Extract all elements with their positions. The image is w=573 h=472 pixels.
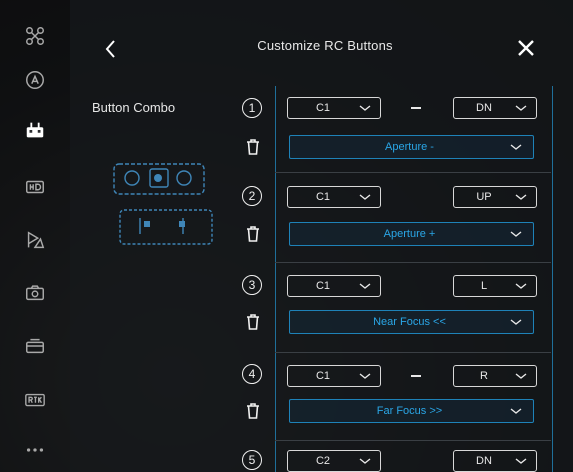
rtk-icon[interactable]	[17, 382, 53, 418]
close-icon	[518, 40, 534, 56]
chevron-down-icon	[515, 458, 527, 464]
chevron-down-icon	[359, 283, 371, 289]
chevron-down-icon	[510, 144, 522, 150]
row-5-button-select[interactable]: C2	[287, 450, 381, 472]
row-5-number: 5	[242, 450, 262, 470]
row-2-delete-icon[interactable]	[245, 225, 261, 243]
chevron-down-icon	[359, 458, 371, 464]
chevron-down-icon	[510, 408, 522, 414]
row-2-function-select[interactable]: Aperture +	[289, 222, 534, 246]
row-separator	[275, 440, 551, 441]
row-4-number: 4	[242, 364, 262, 384]
drone-icon[interactable]	[17, 18, 53, 54]
chevron-down-icon	[359, 373, 371, 379]
row-4-combo-value: R	[480, 370, 488, 382]
close-button[interactable]	[512, 34, 540, 62]
row-3-function-select[interactable]: Near Focus <<	[289, 310, 534, 334]
back-button[interactable]	[100, 36, 122, 62]
row-1-delete-icon[interactable]	[245, 138, 261, 156]
combo-dash	[411, 107, 421, 109]
rc-diagram-icon	[113, 163, 213, 245]
chevron-down-icon	[510, 231, 522, 237]
page-title: Customize RC Buttons	[257, 38, 393, 53]
row-3-function-value: Near Focus <<	[373, 316, 446, 328]
chevron-down-icon	[359, 105, 371, 111]
row-4-button-select[interactable]: C1	[287, 365, 381, 387]
camera-icon[interactable]	[17, 275, 53, 311]
row-4-button-value: C1	[315, 370, 331, 382]
row-3-number: 3	[242, 275, 262, 295]
row-2-number: 2	[242, 186, 262, 206]
row-1-button-value: C1	[315, 102, 331, 114]
button-combo-label: Button Combo	[92, 100, 176, 115]
row-1-number: 1	[242, 98, 262, 118]
row-3-combo-value: L	[480, 280, 488, 292]
flight-mode-icon[interactable]	[17, 62, 53, 98]
row-4-function-value: Far Focus >>	[376, 405, 443, 417]
chevron-down-icon	[359, 194, 371, 200]
row-5-combo-value: DN	[476, 455, 492, 467]
row-separator	[275, 262, 551, 263]
row-4-combo-select[interactable]: R	[453, 365, 537, 387]
row-2-button-value: C1	[315, 191, 331, 203]
row-1-combo-select[interactable]: DN	[453, 97, 537, 119]
row-4-delete-icon[interactable]	[245, 402, 261, 420]
row-1-function-select[interactable]: Aperture -	[289, 135, 534, 159]
row-1-combo-value: DN	[476, 102, 492, 114]
hd-transmission-icon[interactable]	[17, 169, 53, 205]
row-2-combo-value: UP	[476, 191, 492, 203]
row-2-function-value: Aperture +	[383, 228, 436, 240]
visual-navigation-icon[interactable]	[17, 222, 53, 258]
row-separator	[275, 172, 551, 173]
row-1-function-value: Aperture -	[385, 141, 434, 153]
chevron-down-icon	[515, 105, 527, 111]
battery-icon[interactable]	[17, 328, 53, 364]
row-3-button-value: C1	[315, 280, 331, 292]
settings-sidebar	[0, 0, 70, 472]
row-3-combo-select[interactable]: L	[453, 275, 537, 297]
row-5-button-value: C2	[315, 455, 331, 467]
remote-controller-icon[interactable]	[17, 112, 53, 148]
row-2-button-select[interactable]: C1	[287, 186, 381, 208]
row-3-button-select[interactable]: C1	[287, 275, 381, 297]
chevron-down-icon	[510, 319, 522, 325]
row-5-combo-select[interactable]: DN	[453, 450, 537, 472]
more-icon[interactable]	[17, 432, 53, 468]
chevron-down-icon	[515, 283, 527, 289]
chevron-left-icon	[105, 40, 115, 58]
row-4-function-select[interactable]: Far Focus >>	[289, 399, 534, 423]
combo-dash	[411, 375, 421, 377]
row-1-button-select[interactable]: C1	[287, 97, 381, 119]
chevron-down-icon	[515, 194, 527, 200]
row-2-combo-select[interactable]: UP	[453, 186, 537, 208]
row-3-delete-icon[interactable]	[245, 313, 261, 331]
chevron-down-icon	[515, 373, 527, 379]
row-separator	[275, 352, 551, 353]
